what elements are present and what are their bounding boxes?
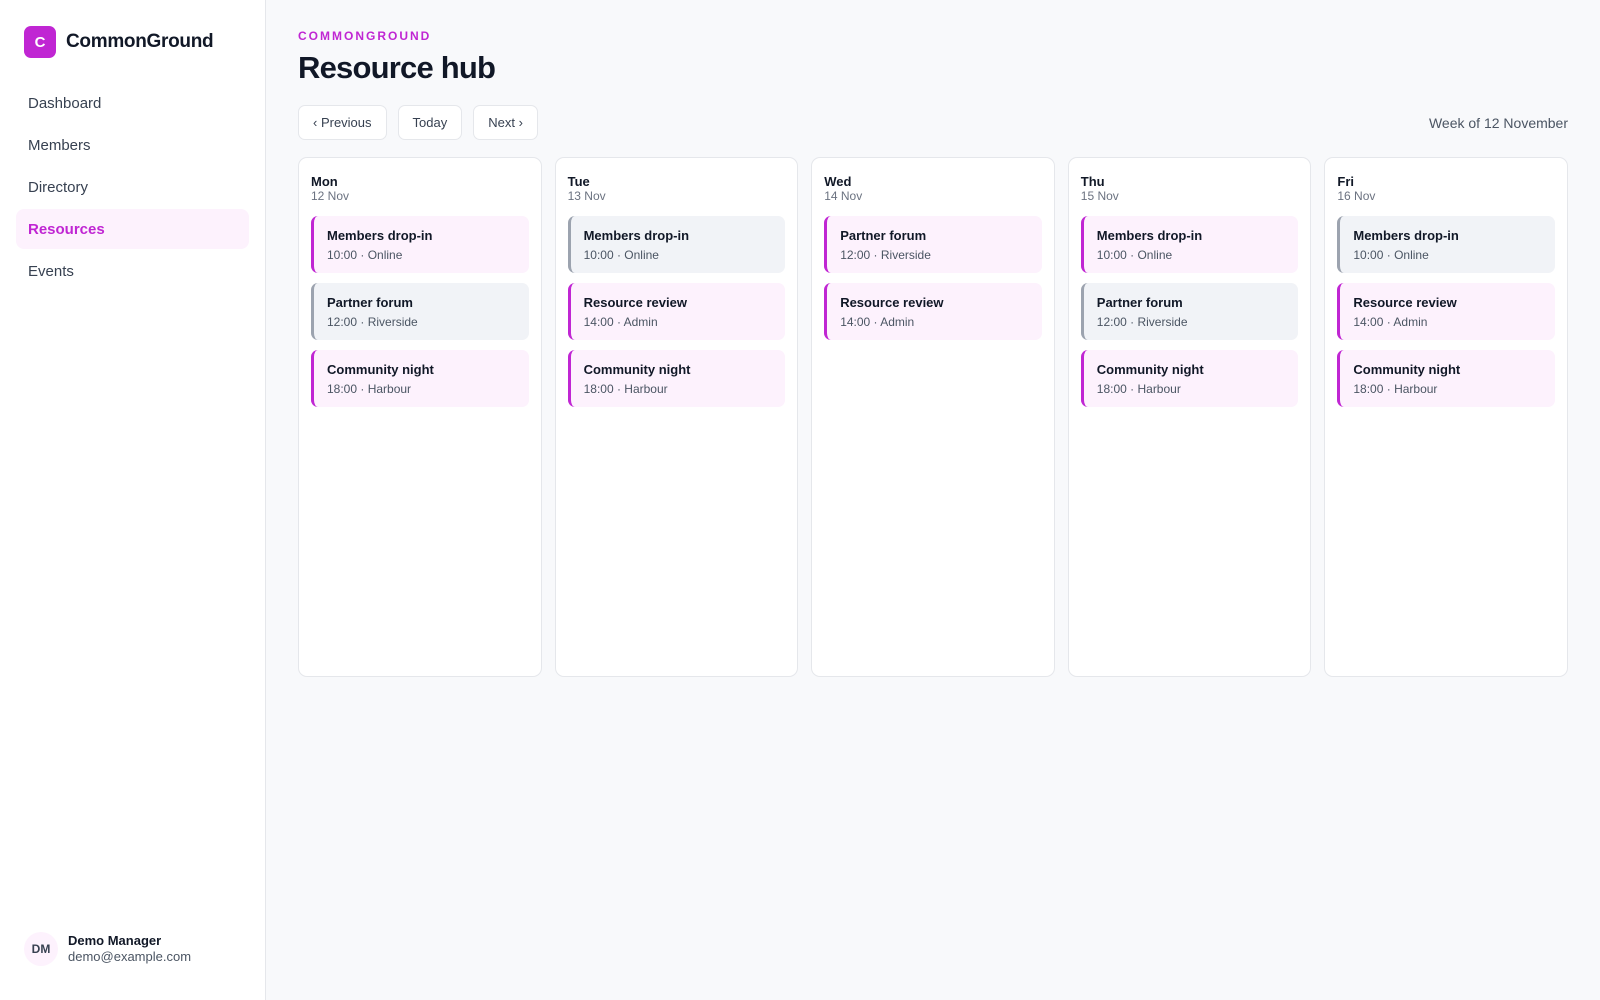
event-card[interactable]: Resource review 14:00 · Admin [567, 283, 786, 340]
event-card[interactable]: Members drop-in 10:00 · Online [567, 216, 786, 273]
page-title: Resource hub [298, 50, 496, 85]
event-title: Community night [1353, 362, 1461, 377]
event-list: Members drop-in 10:00 · Online Resource re… [1337, 216, 1555, 407]
event-meta: 18:00 · Harbour [327, 382, 412, 396]
event-card[interactable]: Resource review 14:00 · Admin [1337, 283, 1555, 340]
week-navigation: ‹ Previous Today Next › [298, 105, 538, 140]
event-list: Members drop-in 10:00 · Online Partner for… [1080, 216, 1299, 407]
event-meta: 14:00 · Admin [1353, 315, 1428, 329]
week-calendar: Mon 12 Nov Members drop-in 10:00 · Online Pa… [298, 157, 1568, 677]
event-title: Members drop-in [583, 228, 690, 243]
day-name: Wed [824, 174, 852, 189]
event-title: Community night [1096, 362, 1204, 377]
user-info: Demo Manager demo@example.com [68, 933, 191, 965]
today-button[interactable]: Today [397, 105, 463, 140]
event-card[interactable]: Partner forum 12:00 · Riverside [1080, 283, 1299, 340]
event-meta: 14:00 · Admin [583, 315, 658, 329]
event-meta: 10:00 · Online [327, 248, 403, 262]
sidebar-item-resources[interactable]: Resources [16, 209, 249, 249]
sidebar-item-events[interactable]: Events [16, 251, 249, 291]
event-meta: 12:00 · Riverside [327, 315, 418, 329]
sidebar-nav: Dashboard Members Directory Resources Events [16, 83, 249, 293]
sidebar-item-dashboard[interactable]: Dashboard [16, 83, 249, 123]
day-name: Tue [567, 174, 590, 189]
day-date: 13 Nov [567, 189, 606, 203]
event-card[interactable]: Community night 18:00 · Harbour [567, 350, 786, 407]
event-list: Members drop-in 10:00 · Online Resource re… [567, 216, 786, 407]
event-title: Members drop-in [327, 228, 433, 243]
day-date: 16 Nov [1337, 189, 1376, 203]
day-column-thu: Thu 15 Nov Members drop-in 10:00 · Online Pa… [1067, 157, 1312, 677]
day-name: Mon [311, 174, 338, 189]
event-title: Partner forum [840, 228, 927, 243]
user-email: demo@example.com [68, 949, 192, 964]
brand-logo: C [24, 26, 56, 58]
event-list: Members drop-in 10:00 · Online Partner for… [311, 216, 529, 407]
week-label: Week of 12 November [1428, 115, 1568, 131]
event-meta: 12:00 · Riverside [1096, 315, 1188, 329]
event-list: Partner forum 12:00 · Riverside Resource r… [824, 216, 1042, 340]
event-card[interactable]: Community night 18:00 · Harbour [1337, 350, 1555, 407]
avatar: DM [24, 932, 58, 966]
event-meta: 12:00 · Riverside [840, 248, 931, 262]
event-card[interactable]: Members drop-in 10:00 · Online [1080, 216, 1299, 273]
day-date: 15 Nov [1080, 189, 1119, 203]
event-card[interactable]: Resource review 14:00 · Admin [824, 283, 1042, 340]
user-profile[interactable]: DM Demo Manager demo@example.com [24, 932, 191, 966]
event-card[interactable]: Community night 18:00 · Harbour [311, 350, 529, 407]
event-meta: 10:00 · Online [583, 248, 659, 262]
day-name: Thu [1080, 174, 1105, 189]
day-column-mon: Mon 12 Nov Members drop-in 10:00 · Online Pa… [298, 157, 542, 677]
event-card[interactable]: Partner forum 12:00 · Riverside [824, 216, 1042, 273]
brand[interactable]: C CommonGround [24, 26, 214, 58]
event-card[interactable]: Members drop-in 10:00 · Online [311, 216, 529, 273]
event-title: Members drop-in [1353, 228, 1459, 243]
event-card[interactable]: Partner forum 12:00 · Riverside [311, 283, 529, 340]
next-week-button[interactable]: Next › [473, 105, 538, 140]
event-meta: 18:00 · Harbour [1353, 382, 1438, 396]
day-column-fri: Fri 16 Nov Members drop-in 10:00 · Online Re… [1324, 157, 1568, 677]
day-date: 12 Nov [311, 189, 350, 203]
event-card[interactable]: Community night 18:00 · Harbour [1080, 350, 1299, 407]
event-title: Members drop-in [1096, 228, 1203, 243]
event-title: Partner forum [1096, 295, 1183, 310]
brand-name: CommonGround [66, 31, 214, 52]
event-title: Resource review [583, 295, 687, 310]
event-meta: 10:00 · Online [1096, 248, 1173, 262]
day-column-wed: Wed 14 Nov Partner forum 12:00 · Riverside R… [811, 157, 1055, 677]
event-meta: 18:00 · Harbour [583, 382, 668, 396]
day-name: Fri [1337, 174, 1354, 189]
sidebar-item-directory[interactable]: Directory [16, 167, 249, 207]
day-date: 14 Nov [824, 189, 863, 203]
event-title: Resource review [840, 295, 944, 310]
event-card[interactable]: Members drop-in 10:00 · Online [1337, 216, 1555, 273]
sidebar: C CommonGround Dashboard Members Directory… [0, 0, 266, 1000]
user-name: Demo Manager [68, 933, 162, 948]
event-title: Community night [327, 362, 434, 377]
event-title: Community night [583, 362, 691, 377]
event-meta: 14:00 · Admin [840, 315, 915, 329]
day-column-tue: Tue 13 Nov Members drop-in 10:00 · Online Re… [554, 157, 799, 677]
event-meta: 10:00 · Online [1353, 248, 1429, 262]
previous-week-button[interactable]: ‹ Previous [298, 105, 387, 140]
event-title: Resource review [1353, 295, 1457, 310]
sidebar-item-members[interactable]: Members [16, 125, 249, 165]
page-eyebrow: COMMONGROUND [298, 29, 432, 43]
event-title: Partner forum [327, 295, 413, 310]
event-meta: 18:00 · Harbour [1096, 382, 1181, 396]
